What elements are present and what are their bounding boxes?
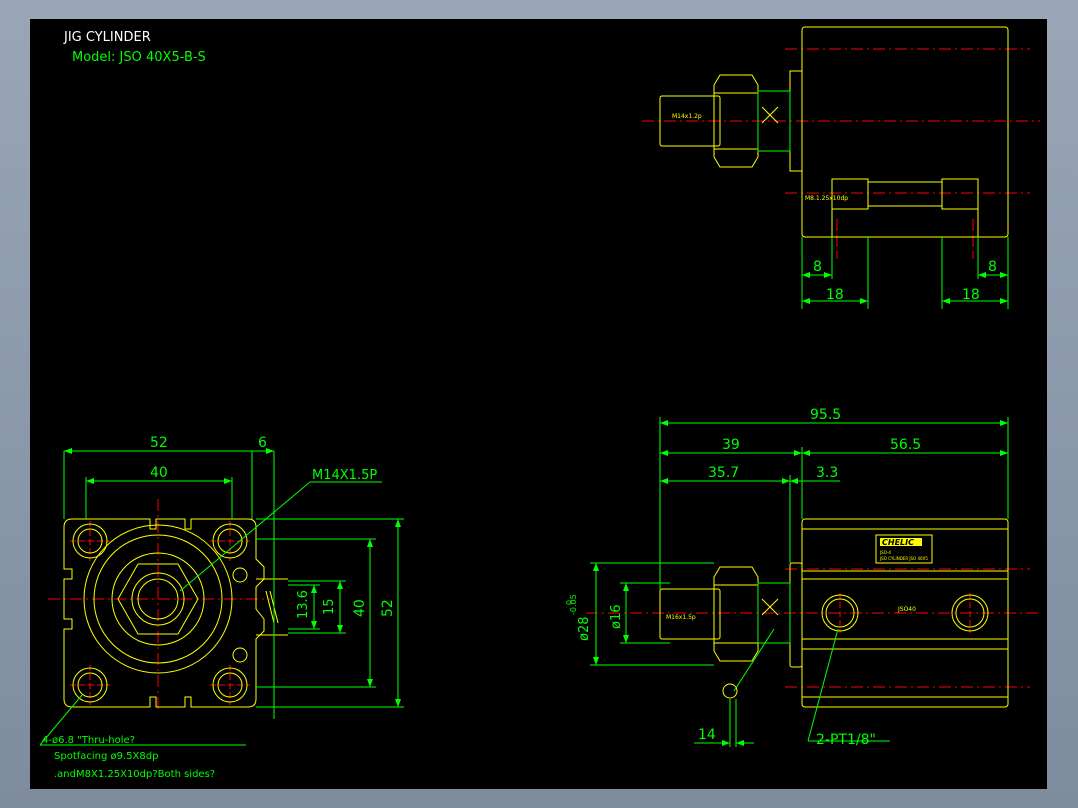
dim-nut-length: 14: [698, 727, 716, 743]
dim-right: 56.5: [890, 437, 921, 453]
plate-line-2: JSO CYLINDER JSO 40X5: [879, 556, 928, 561]
tap-label: M8.1.25x10dp: [805, 195, 848, 202]
dim-right-small: 8: [988, 259, 997, 275]
rod-label: M14x1.2p: [672, 113, 702, 120]
rod-label-side: M16x1.5p: [666, 614, 696, 621]
note-tap: .andM8X1.25X10dp?Both sides?: [54, 769, 215, 780]
dim-width-overall: 52: [150, 435, 168, 451]
model-label: Model: JSO 40X5-B-S: [72, 50, 206, 65]
dim-hole-pitch: 40: [150, 465, 168, 481]
dim-d2: 15: [322, 598, 337, 615]
top-view: M8.1.25x10dp M14x1.2p 8 8 18 18: [642, 26, 1040, 309]
front-view: 52 6 40 M14X1.5P 13.6 15 40 52 4-ø6.8 "T…: [39, 435, 404, 780]
front-flange-side: [789, 562, 803, 668]
dim-rod-length: 35.7: [708, 465, 739, 481]
drawing-canvas[interactable]: JIG CYLINDER Model: JSO 40X5-B-S M8.1.25…: [30, 19, 1047, 789]
dim-bore: ø28: [577, 617, 592, 642]
note-spotfacing: Spotfacing ø9.5X8dp: [54, 751, 158, 762]
tapped-hole: [941, 178, 979, 210]
leader-line: [179, 481, 311, 592]
rod-nut-side: [713, 566, 759, 662]
cad-drawing: JIG CYLINDER Model: JSO 40X5-B-S M8.1.25…: [39, 26, 1042, 780]
dim-rod-dia: ø16: [609, 605, 624, 630]
dim-height-pitch: 40: [352, 599, 368, 617]
plate-line-1: JSO-4: [879, 550, 891, 555]
dim-right-large: 18: [962, 287, 980, 303]
dim-left-small: 8: [813, 259, 822, 275]
brand-label: CHELIC: [882, 538, 914, 547]
side-view: JSO40 CHELIC JSO-4 JSO CYLINDER JSO 40X5…: [565, 407, 1042, 748]
dim-left: 39: [722, 437, 740, 453]
dim-width-extra: 6: [258, 435, 267, 451]
port-label: 2-PT1/8": [816, 732, 876, 748]
dim-left-large: 18: [826, 287, 844, 303]
dim-bore-tol-upper: 0: [565, 600, 574, 605]
dim-total: 95.5: [810, 407, 841, 423]
drawing-title: JIG CYLINDER: [63, 30, 151, 45]
cylinder-square-body: [63, 518, 265, 708]
dim-flange: 3.3: [816, 465, 838, 481]
rod-thread-label: M14X1.5P: [312, 468, 377, 483]
note-thru-hole: 4-ø6.8 "Thru-hole?: [42, 735, 135, 746]
dim-height-overall: 52: [380, 599, 396, 617]
tapped-hole: [831, 178, 869, 210]
model-small-label: JSO40: [897, 606, 916, 613]
dim-d1: 13.6: [296, 590, 311, 619]
